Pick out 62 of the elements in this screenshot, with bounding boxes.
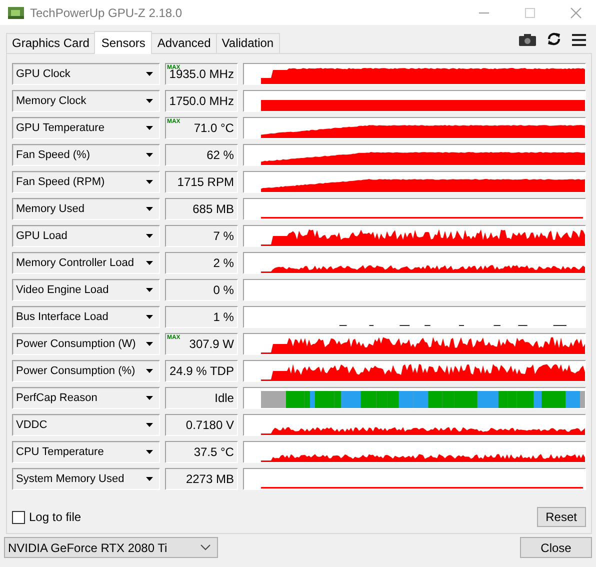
sensor-dropdown[interactable]: Power Consumption (W) (12, 333, 160, 355)
sensor-value: 1 % (213, 310, 234, 324)
menu-icon[interactable] (572, 34, 586, 46)
caret-icon (146, 369, 153, 373)
sensor-value: 307.9 W (189, 337, 234, 351)
caret-icon (146, 99, 153, 103)
sensor-dropdown[interactable]: GPU Clock (12, 63, 160, 85)
sensor-dropdown[interactable]: Fan Speed (%) (12, 144, 160, 166)
app-icon (8, 6, 24, 18)
log-checkbox[interactable] (12, 510, 25, 524)
window-title: TechPowerUp GPU-Z 2.18.0 (30, 6, 182, 20)
sensor-value: 7 % (213, 229, 234, 243)
sensor-value: 2 % (213, 256, 234, 270)
sensor-value: 2273 MB (186, 472, 234, 486)
sensor-value: 71.0 °C (194, 121, 234, 135)
sensor-dropdown[interactable]: Bus Interface Load (12, 306, 160, 328)
close-button[interactable]: Close (520, 537, 592, 558)
sensor-value: 1750.0 MHz (169, 94, 234, 108)
caret-icon (146, 315, 153, 319)
log-to-file-label: Log to file (29, 510, 82, 524)
sensor-dropdown[interactable]: Memory Clock (12, 90, 160, 112)
sensor-dropdown[interactable]: Fan Speed (RPM) (12, 171, 160, 193)
sensor-value: 0 % (213, 283, 234, 297)
caret-icon (146, 207, 153, 211)
caret-icon (146, 477, 153, 481)
sensor-dropdown[interactable]: Memory Controller Load (12, 252, 160, 274)
device-dropdown[interactable]: NVIDIA GeForce RTX 2080 Ti (4, 537, 218, 558)
caret-icon (146, 234, 153, 238)
sensor-dropdown[interactable]: System Memory Used (12, 468, 160, 490)
caret-icon (146, 423, 153, 427)
caret-icon (146, 126, 153, 130)
caret-icon (146, 261, 153, 265)
sensor-dropdown[interactable]: Memory Used (12, 198, 160, 220)
caret-icon (146, 180, 153, 184)
sensor-value: 62 % (206, 148, 234, 162)
sensor-dropdown[interactable]: GPU Temperature (12, 117, 160, 139)
chevron-icon (200, 544, 211, 551)
sensor-dropdown[interactable]: GPU Load (12, 225, 160, 247)
caret-icon (146, 450, 153, 454)
tab[interactable]: Graphics Card (6, 33, 96, 53)
sensor-value: Idle (214, 391, 234, 405)
caret-icon (146, 72, 153, 76)
caret-icon (146, 288, 153, 292)
refresh-icon[interactable] (547, 32, 561, 46)
caret-icon (146, 153, 153, 157)
reset-button[interactable]: Reset (536, 507, 586, 527)
camera-icon[interactable] (519, 34, 536, 46)
tab[interactable]: Validation (216, 33, 280, 53)
sensor-dropdown[interactable]: CPU Temperature (12, 441, 160, 463)
sensor-value: 24.9 % TDP (169, 364, 234, 378)
caret-icon (146, 342, 153, 346)
sensor-value: 1715 RPM (177, 175, 234, 189)
sensor-dropdown[interactable]: Video Engine Load (12, 279, 160, 301)
tab[interactable]: Sensors (94, 31, 152, 54)
sensor-dropdown[interactable]: Power Consumption (%) (12, 360, 160, 382)
sensor-value: 37.5 °C (194, 445, 234, 459)
sensor-dropdown[interactable]: VDDC (12, 414, 160, 436)
sensor-value: 0.7180 V (186, 418, 234, 432)
sensor-value: 685 MB (192, 202, 234, 216)
sensor-dropdown[interactable]: PerfCap Reason (12, 387, 160, 409)
close-icon[interactable] (570, 6, 582, 18)
caret-icon (146, 396, 153, 400)
